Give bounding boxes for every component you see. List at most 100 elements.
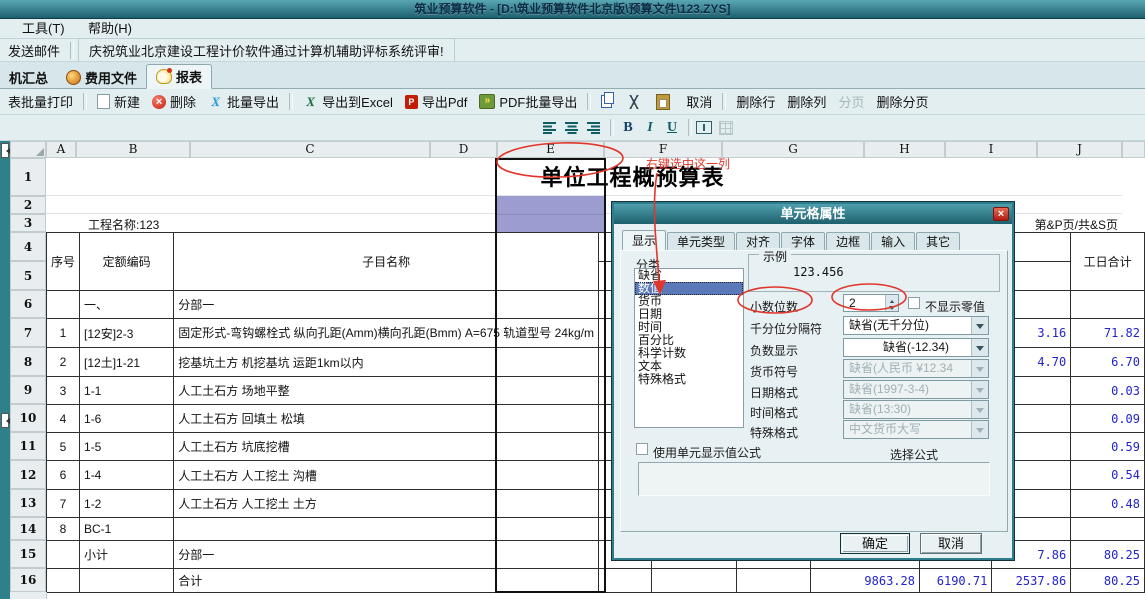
tab-fee-file[interactable]: 费用文件 (57, 66, 146, 88)
announcement-banner[interactable]: 庆祝筑业北京建设工程计价软件通过计算机辅助评标系统评审! (78, 38, 455, 63)
chevron-down-icon[interactable] (971, 317, 988, 334)
panel-collapse-button[interactable] (1, 413, 9, 428)
cell[interactable]: 人工土石方 人工挖土 沟槽 (174, 461, 599, 490)
cell[interactable]: 0.09 (1071, 405, 1145, 433)
close-icon[interactable] (993, 207, 1009, 221)
cell[interactable]: 1-2 (80, 490, 174, 518)
cell[interactable] (174, 518, 599, 541)
paste-button[interactable] (650, 92, 680, 112)
dialog-tab-1[interactable]: 单元类型 (667, 232, 735, 252)
row-header[interactable]: 8 (10, 347, 46, 376)
column-header[interactable] (1122, 141, 1145, 158)
header-no[interactable]: 序号 (47, 233, 80, 291)
cell[interactable] (1071, 518, 1145, 541)
column-header[interactable]: C (190, 141, 430, 158)
cancel-action-button[interactable]: 取消 (680, 90, 718, 113)
cell[interactable]: 人工土石方 场地平整 (174, 377, 599, 405)
column-header[interactable]: E (497, 141, 604, 158)
panel-collapse-button[interactable] (1, 143, 9, 158)
use-formula-checkbox[interactable] (636, 443, 648, 455)
cell[interactable]: 0.54 (1071, 461, 1145, 490)
header-code[interactable]: 定额编码 (80, 233, 174, 291)
row-header[interactable]: 6 (10, 290, 46, 318)
dialog-tab-4[interactable]: 边框 (826, 232, 870, 252)
cell[interactable]: 一、 (80, 291, 174, 319)
cell[interactable] (652, 569, 737, 593)
row-header[interactable]: 4 (10, 232, 46, 261)
cell[interactable]: BC-1 (80, 518, 174, 541)
dialog-tab-5[interactable]: 输入 (871, 232, 915, 252)
tab-report[interactable]: 报表 (146, 64, 212, 89)
cell[interactable] (737, 569, 811, 593)
menu-help[interactable]: 帮助(H) (78, 19, 142, 39)
thousand-separator-select[interactable]: 缺省(无千分位) (843, 316, 989, 335)
cell[interactable] (47, 541, 80, 569)
cell[interactable]: 分部一 (174, 541, 599, 569)
cell[interactable]: 1-6 (80, 405, 174, 433)
row-header[interactable]: 3 (10, 214, 46, 232)
dialog-tab-6[interactable]: 其它 (916, 232, 960, 252)
tab-summary[interactable]: 机汇总 (0, 66, 57, 88)
column-header[interactable]: I (945, 141, 1037, 158)
cell[interactable]: 人工土石方 回填土 松填 (174, 405, 599, 433)
choose-formula-label[interactable]: 选择公式 (890, 446, 938, 463)
cell[interactable]: 3 (47, 377, 80, 405)
cell[interactable]: 1-4 (80, 461, 174, 490)
cell[interactable]: 1 (47, 319, 80, 348)
cell[interactable]: 固定形式-弯钩螺栓式 纵向孔距(Amm)横向孔距(Bmm) A=675 轨道型号… (174, 319, 599, 348)
cell[interactable]: 2 (47, 348, 80, 377)
cell[interactable]: 7 (47, 490, 80, 518)
column-header[interactable]: D (430, 141, 497, 158)
underline-button[interactable]: U (662, 118, 682, 138)
row-header[interactable]: 11 (10, 432, 46, 460)
row-header[interactable]: 2 (10, 196, 46, 214)
cell[interactable]: 分部一 (174, 291, 599, 319)
column-header[interactable]: J (1037, 141, 1122, 158)
chevron-down-icon[interactable] (971, 339, 988, 356)
cell[interactable]: [12安]2-3 (80, 319, 174, 348)
cancel-button[interactable]: 取消 (920, 533, 982, 554)
cell[interactable]: 6190.71 (919, 569, 991, 593)
cell[interactable]: 1-5 (80, 433, 174, 461)
select-all-corner[interactable] (10, 141, 46, 158)
delete-row-button[interactable]: 删除行 (730, 90, 781, 113)
ok-button[interactable]: 确定 (840, 533, 910, 554)
row-header[interactable]: 9 (10, 376, 46, 404)
menu-tools[interactable]: 工具(T) (12, 19, 75, 39)
decimal-places-spinner[interactable]: 2 (843, 294, 899, 312)
page-info[interactable]: 第&P页/共&S页 (1020, 216, 1118, 233)
cell[interactable] (80, 569, 174, 593)
header-name[interactable]: 子目名称 (174, 233, 599, 291)
category-item[interactable]: 特殊格式 (635, 373, 743, 386)
dialog-titlebar[interactable]: 单元格属性 (614, 204, 1012, 224)
cell[interactable]: 71.82 (1071, 319, 1145, 348)
cell[interactable]: 合计 (174, 569, 599, 593)
align-left-button[interactable] (540, 118, 560, 138)
row-header[interactable]: 12 (10, 460, 46, 489)
row-header[interactable]: 13 (10, 489, 46, 517)
align-right-button[interactable] (584, 118, 604, 138)
column-header[interactable]: G (722, 141, 864, 158)
italic-button[interactable]: I (640, 118, 660, 138)
send-mail-button[interactable]: 发送邮件 (2, 39, 66, 62)
cell[interactable]: 挖基坑土方 机挖基坑 运距1km以内 (174, 348, 599, 377)
dialog-tab-0[interactable]: 显示 (622, 230, 666, 252)
column-header[interactable]: F (604, 141, 722, 158)
copy-button[interactable] (595, 93, 622, 110)
cell[interactable]: [12土]1-21 (80, 348, 174, 377)
cell[interactable]: 人工土石方 人工挖土 土方 (174, 490, 599, 518)
cell[interactable]: 人工土石方 坑底挖槽 (174, 433, 599, 461)
cell[interactable]: 4 (47, 405, 80, 433)
export-excel-button[interactable]: 导出到Excel (297, 90, 399, 113)
row-header[interactable]: 16 (10, 568, 46, 592)
spinner-down-icon[interactable] (885, 303, 898, 311)
cut-button[interactable] (622, 93, 650, 111)
cell[interactable]: 9863.28 (811, 569, 920, 593)
cell[interactable]: 0.48 (1071, 490, 1145, 518)
bold-button[interactable]: B (618, 118, 638, 138)
delete-column-button[interactable]: 删除列 (781, 90, 832, 113)
cell[interactable] (47, 569, 80, 593)
cell[interactable]: 0.59 (1071, 433, 1145, 461)
cell[interactable]: 0.03 (1071, 377, 1145, 405)
row-header[interactable]: 1 (10, 158, 46, 196)
